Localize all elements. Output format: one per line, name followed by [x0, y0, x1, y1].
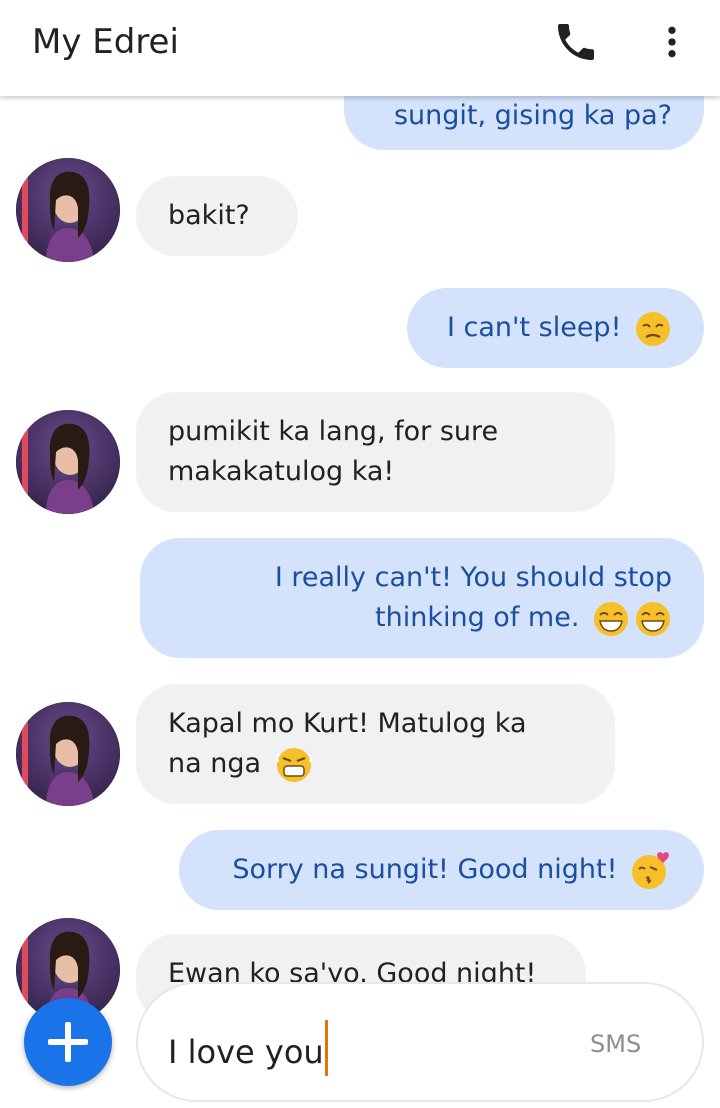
- message-text: thinking of me.: [375, 602, 580, 633]
- message-input-text: I love you: [168, 1020, 328, 1082]
- message-bubble-incoming[interactable]: Kapal mo Kurt! Matulog ka na nga: [136, 684, 615, 804]
- message-text: bakit?: [168, 200, 250, 231]
- add-attachment-button[interactable]: [24, 998, 112, 1086]
- message-line: thinking of me.: [172, 598, 672, 638]
- message-thread[interactable]: sungit, gising ka pa? bakit? I can't sle…: [0, 96, 720, 1108]
- avatar[interactable]: [16, 158, 120, 262]
- grinning-face-icon: [594, 601, 670, 636]
- message-text: makakatulog ka!: [168, 456, 395, 487]
- message-bubble-outgoing[interactable]: I can't sleep!: [407, 288, 704, 368]
- avatar[interactable]: [16, 410, 120, 514]
- compose-bar: I love you SMS: [0, 978, 720, 1108]
- conversation-title: My Edrei: [32, 22, 179, 62]
- angry-face-icon: [275, 747, 312, 782]
- send-sms-button[interactable]: SMS: [590, 1030, 641, 1058]
- message-bubble-outgoing[interactable]: sungit, gising ka pa?: [344, 96, 704, 150]
- message-line: na nga: [168, 744, 583, 784]
- message-bubble-incoming[interactable]: bakit?: [136, 176, 298, 256]
- sleepy-face-icon: [636, 311, 670, 346]
- message-bubble-incoming[interactable]: pumikit ka lang, for sure makakatulog ka…: [136, 392, 615, 512]
- message-line: Sorry na sungit! Good night!: [211, 850, 672, 891]
- kissing-heart-icon: [632, 852, 669, 890]
- plus-icon: [48, 1022, 88, 1062]
- message-input[interactable]: I love you SMS: [136, 982, 704, 1102]
- message-text: Kapal mo Kurt! Matulog ka: [168, 708, 527, 739]
- message-text: Sorry na sungit! Good night!: [232, 853, 618, 885]
- message-text: na nga: [168, 748, 262, 779]
- message-text: pumikit ka lang, for sure: [168, 416, 499, 447]
- message-text: sungit, gising ka pa?: [393, 100, 672, 131]
- message-bubble-outgoing[interactable]: I really can't! You should stop thinking…: [140, 538, 704, 658]
- app-bar: My Edrei: [0, 0, 720, 96]
- avatar[interactable]: [16, 702, 120, 806]
- message-bubble-outgoing[interactable]: Sorry na sungit! Good night!: [179, 830, 704, 910]
- message-line: I can't sleep!: [439, 308, 672, 348]
- message-text: I can't sleep!: [447, 312, 622, 343]
- phone-icon[interactable]: [552, 18, 600, 66]
- message-text: I really can't! You should stop: [274, 562, 672, 593]
- message-input-value: I love you: [168, 1033, 324, 1071]
- text-cursor: [324, 1020, 328, 1076]
- more-vert-icon[interactable]: [652, 18, 692, 66]
